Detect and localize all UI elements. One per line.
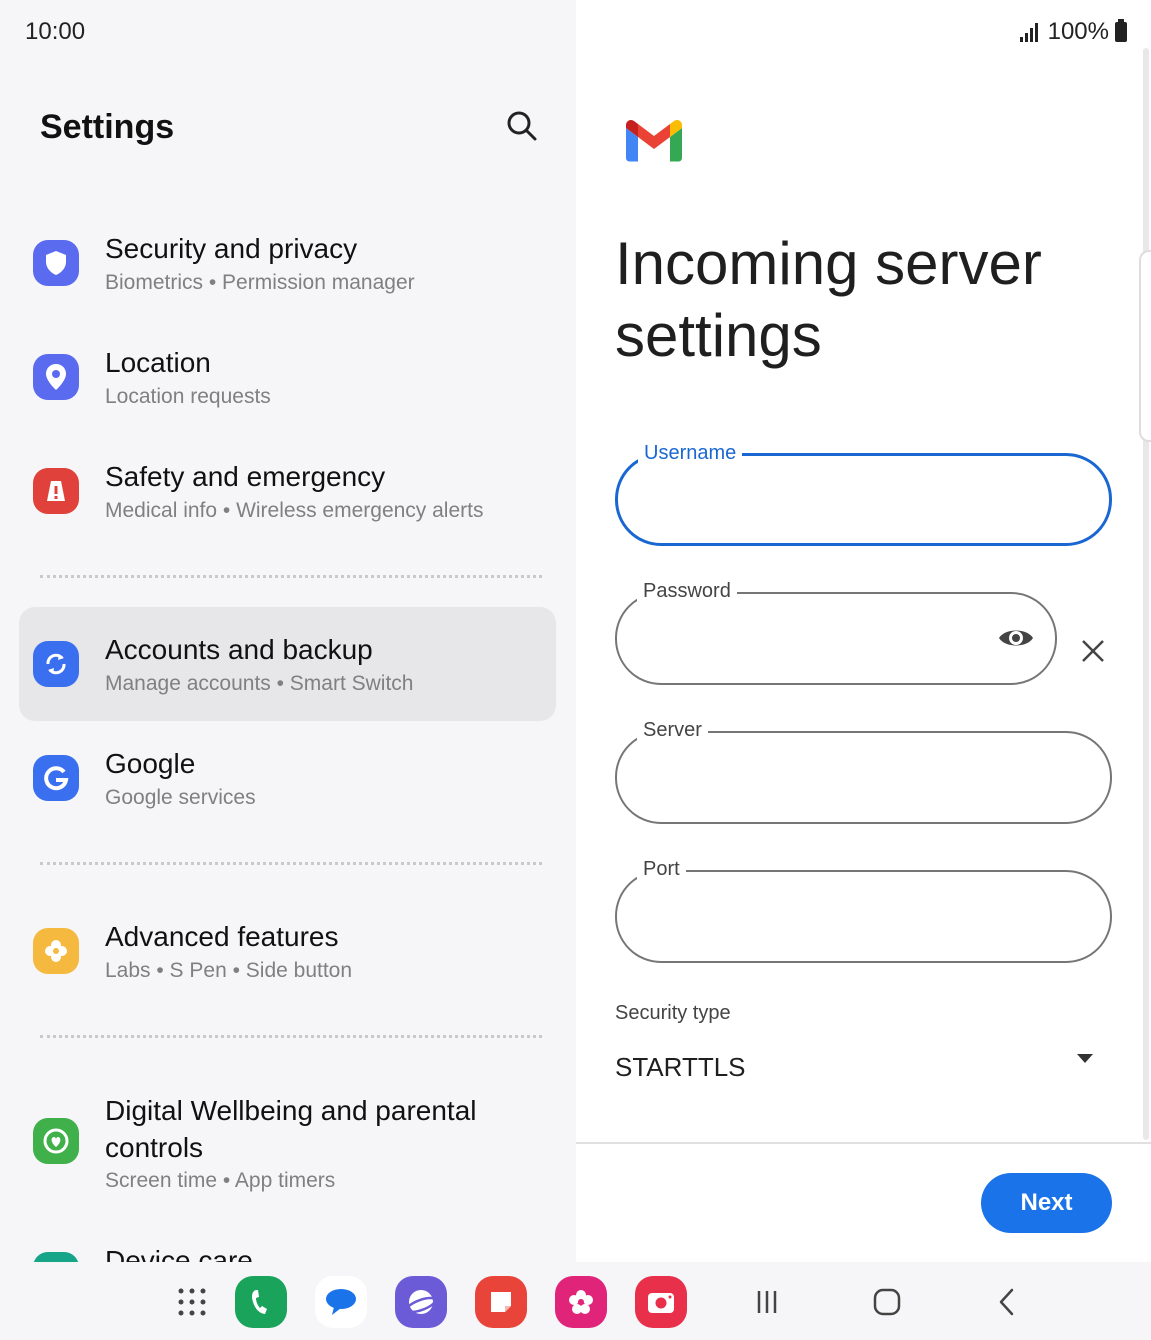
show-password-button[interactable] xyxy=(997,624,1037,654)
settings-item-title: Digital Wellbeing and parental controls xyxy=(105,1095,477,1163)
settings-item-subtitle: Location requests xyxy=(105,385,271,408)
settings-item-security[interactable]: Security and privacy Biometrics • Permis… xyxy=(19,218,556,312)
settings-item-title: Security and privacy xyxy=(105,233,358,264)
search-icon xyxy=(507,111,537,141)
gmail-setup-pane: 100% Incoming server settings Username P… xyxy=(576,0,1151,1262)
settings-item-title: Google xyxy=(105,748,196,779)
internet-icon[interactable] xyxy=(395,1276,447,1328)
emergency-icon xyxy=(33,468,79,514)
next-button[interactable]: Next xyxy=(981,1173,1112,1233)
messages-icon[interactable] xyxy=(315,1276,367,1328)
divider xyxy=(40,575,542,578)
shield-icon xyxy=(33,240,79,286)
port-label: Port xyxy=(637,856,686,882)
scroll-handle[interactable] xyxy=(1139,250,1151,442)
search-button[interactable] xyxy=(504,108,544,148)
notes-icon[interactable] xyxy=(475,1276,527,1328)
location-pin-icon xyxy=(33,354,79,400)
password-label: Password xyxy=(637,578,737,604)
gallery-icon[interactable] xyxy=(555,1276,607,1328)
status-time: 10:00 xyxy=(25,18,86,45)
status-indicators: 100% xyxy=(1019,18,1127,46)
close-icon xyxy=(1082,640,1104,662)
settings-item-title: Device care xyxy=(105,1245,253,1262)
password-field[interactable]: Password xyxy=(615,578,1057,685)
page-title: Settings xyxy=(40,108,175,146)
settings-item-location[interactable]: Location Location requests xyxy=(19,332,556,426)
wellbeing-icon xyxy=(33,1118,79,1164)
scrollbar[interactable] xyxy=(1143,48,1149,1140)
settings-item-accounts[interactable]: Accounts and backup Manage accounts • Sm… xyxy=(19,607,556,721)
battery-percent: 100% xyxy=(1047,18,1109,45)
flower-gear-icon xyxy=(33,928,79,974)
username-label: Username xyxy=(638,440,743,466)
phone-icon[interactable] xyxy=(235,1276,287,1328)
settings-item-title: Accounts and backup xyxy=(105,634,373,665)
settings-item-title: Safety and emergency xyxy=(105,461,386,492)
server-field[interactable]: Server xyxy=(615,717,1112,824)
divider xyxy=(40,862,542,865)
settings-item-title: Advanced features xyxy=(105,921,339,952)
home-icon[interactable] xyxy=(869,1284,905,1320)
username-field[interactable]: Username xyxy=(615,440,1112,546)
dropdown-arrow-icon[interactable] xyxy=(1076,1052,1094,1064)
settings-item-subtitle: Labs • S Pen • Side button xyxy=(105,959,353,982)
security-type-label: Security type xyxy=(615,1002,731,1024)
settings-item-advanced[interactable]: Advanced features Labs • S Pen • Side bu… xyxy=(19,906,556,1000)
settings-item-digital-wellbeing[interactable]: Digital Wellbeing and parental controls … xyxy=(19,1080,556,1210)
back-icon[interactable] xyxy=(989,1284,1025,1320)
settings-item-subtitle: Google services xyxy=(105,786,256,809)
settings-pane: 10:00 Settings Security and privacy Biom… xyxy=(0,0,576,1262)
settings-item-safety[interactable]: Safety and emergency Medical info • Wire… xyxy=(19,446,556,540)
signal-icon xyxy=(1019,22,1038,42)
page-heading: Incoming server settings xyxy=(615,230,1042,369)
divider xyxy=(40,1035,542,1038)
settings-item-subtitle: Screen time • App timers xyxy=(105,1169,336,1192)
settings-item-device-care[interactable]: Device care xyxy=(19,1230,556,1262)
settings-item-subtitle: Medical info • Wireless emergency alerts xyxy=(105,499,484,522)
recents-icon[interactable] xyxy=(749,1284,785,1320)
settings-item-subtitle: Biometrics • Permission manager xyxy=(105,271,415,294)
apps-grid-icon[interactable] xyxy=(166,1276,218,1328)
settings-item-subtitle: Manage accounts • Smart Switch xyxy=(105,672,414,695)
camera-icon[interactable] xyxy=(635,1276,687,1328)
sync-icon xyxy=(33,641,79,687)
battery-icon xyxy=(1115,19,1127,42)
settings-item-title: Location xyxy=(105,347,211,378)
eye-icon xyxy=(999,630,1033,646)
clear-password-button[interactable] xyxy=(1078,636,1108,666)
divider xyxy=(576,1142,1151,1144)
server-label: Server xyxy=(637,717,708,743)
port-field[interactable]: Port xyxy=(615,856,1112,963)
device-care-icon xyxy=(33,1252,79,1262)
google-g-icon xyxy=(33,755,79,801)
navigation-bar xyxy=(0,1262,1151,1340)
gmail-logo xyxy=(626,119,682,167)
settings-item-google[interactable]: Google Google services xyxy=(19,733,556,827)
security-type-select[interactable]: STARTTLS xyxy=(615,1052,746,1083)
